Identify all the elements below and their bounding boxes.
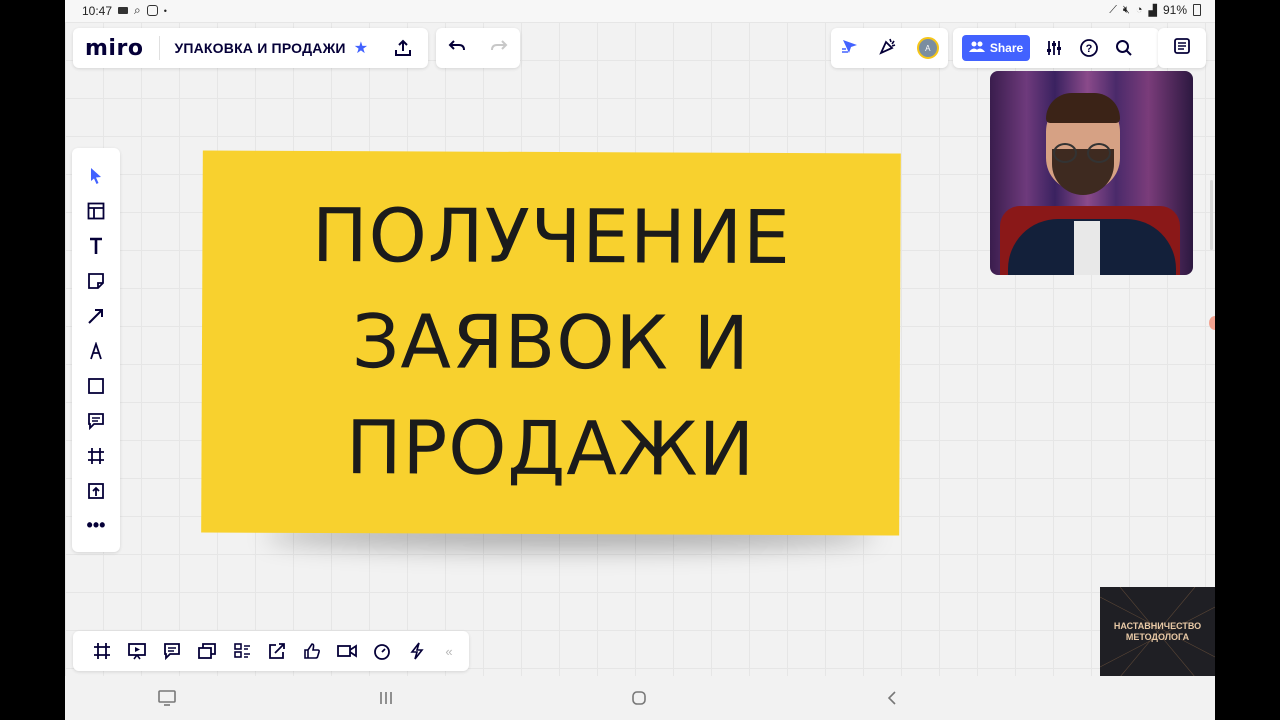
undo-icon[interactable]	[448, 39, 466, 58]
share-label: Share	[989, 41, 1024, 55]
tablet-screen: 10:47 ⌕ • ⟋ 🔇︎ ◔ ▟ 91% miro УПАКОВКА И П…	[65, 0, 1215, 720]
board-title[interactable]: УПАКОВКА И ПРОДАЖИ	[174, 40, 345, 56]
export-upload-icon[interactable]	[392, 37, 414, 59]
help-icon[interactable]: ?	[1078, 37, 1100, 59]
status-bar: 10:47 ⌕ • ⟋ 🔇︎ ◔ ▟ 91%	[65, 0, 1215, 22]
sticky-note-line-1: ПОЛУЧЕНИЕ	[311, 192, 792, 282]
promo-title: НАСТАВНИЧЕСТВО МЕТОДОЛОГА	[1100, 621, 1215, 643]
search-icon[interactable]	[1113, 37, 1135, 59]
more-icon[interactable]: •••	[81, 508, 111, 543]
instagram-icon	[146, 5, 158, 16]
voting-icon[interactable]	[294, 637, 329, 665]
sticky-note-line-2: ЗАЯВОК И	[351, 299, 751, 387]
pen-icon[interactable]	[81, 333, 111, 368]
undo-redo-panel	[436, 28, 520, 68]
share-export-icon[interactable]	[259, 637, 294, 665]
left-toolbar: •••	[72, 148, 120, 552]
battery-icon	[1193, 4, 1201, 16]
promo-title-line-1: НАСТАВНИЧЕСТВО	[1113, 621, 1202, 631]
dot-icon: •	[163, 5, 167, 16]
text-icon[interactable]	[81, 228, 111, 263]
cursor-follow-icon[interactable]	[840, 37, 860, 60]
share-tools-panel: Share ?	[953, 28, 1159, 68]
speaker-hair	[1046, 93, 1120, 123]
wifi-icon: ◔	[1135, 4, 1143, 16]
svg-text:?: ?	[1086, 43, 1093, 55]
star-icon[interactable]: ★	[354, 38, 368, 58]
bottom-toolbar: «	[73, 631, 469, 671]
board-menu-panel	[1158, 28, 1206, 68]
android-nav-bar	[65, 676, 1215, 720]
frame-icon[interactable]	[81, 438, 111, 473]
comments-icon[interactable]	[154, 637, 189, 665]
cards-icon[interactable]	[189, 637, 224, 665]
side-scroll-handle[interactable]	[1210, 180, 1213, 250]
sticky-note-line-3: ПРОДАЖИ	[345, 405, 756, 493]
divider	[159, 36, 161, 60]
webcam-video[interactable]	[990, 71, 1193, 275]
video-chat-icon[interactable]	[329, 637, 364, 665]
sticky-note[interactable]: ПОЛУЧЕНИЕ ЗАЯВОК И ПРОДАЖИ	[201, 150, 901, 536]
comment-icon[interactable]	[81, 403, 111, 438]
promo-title-line-2: МЕТОДОЛОГА	[1125, 632, 1190, 642]
settings-sliders-icon[interactable]	[1043, 37, 1065, 59]
users-icon	[968, 41, 985, 55]
frames-icon[interactable]	[84, 637, 119, 665]
sticky-note-icon[interactable]	[81, 263, 111, 298]
redo-icon[interactable]	[490, 39, 508, 58]
templates-icon[interactable]	[81, 193, 111, 228]
collaboration-panel: A	[831, 28, 948, 68]
signal-icon: ▟	[1148, 4, 1157, 17]
promo-logo: НАСТАВНИЧЕСТВО МЕТОДОЛОГА	[1100, 587, 1215, 677]
mute-icon: 🔇︎	[1122, 3, 1130, 16]
select-icon[interactable]	[81, 158, 111, 193]
collapse-toolbar-icon[interactable]: «	[434, 644, 464, 659]
shirt-collar	[1074, 221, 1100, 275]
status-time: 10:47	[82, 3, 113, 18]
celebrate-icon[interactable]	[878, 36, 898, 61]
glasses-right	[1087, 143, 1111, 163]
screen-mirror-icon[interactable]	[155, 688, 179, 708]
home-icon[interactable]	[627, 688, 651, 708]
board-header: miro УПАКОВКА И ПРОДАЖИ ★	[73, 28, 428, 68]
camera-icon	[118, 7, 129, 14]
no-nfc-icon: ⟋	[1109, 3, 1117, 16]
user-avatar[interactable]: A	[916, 37, 939, 59]
recent-apps-icon[interactable]	[374, 688, 398, 708]
upload-icon[interactable]	[81, 473, 111, 508]
notes-icon[interactable]	[1173, 37, 1191, 60]
timer-icon[interactable]	[364, 637, 399, 665]
glasses-left	[1053, 143, 1077, 163]
kanban-icon[interactable]	[224, 637, 259, 665]
share-button[interactable]: Share	[962, 35, 1030, 61]
collaborator-cursor-dot	[1209, 316, 1215, 330]
presentation-icon[interactable]	[119, 637, 154, 665]
back-icon[interactable]	[880, 688, 904, 708]
activity-icon[interactable]	[399, 637, 434, 665]
miro-logo[interactable]: miro	[85, 36, 143, 61]
battery-percent: 91%	[1162, 3, 1187, 17]
search-status-icon: ⌕	[134, 3, 141, 17]
connection-line-icon[interactable]	[81, 298, 111, 333]
shape-icon[interactable]	[81, 368, 111, 403]
